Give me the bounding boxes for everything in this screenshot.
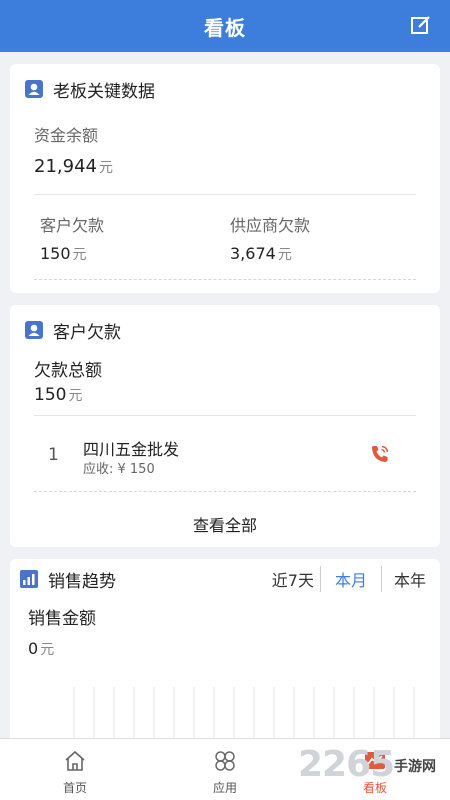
watermark: 2265 手游网 [298, 744, 450, 794]
customer-debt-card: 客户欠款 欠款总额 150 元 1 四川五金批发 应收: ¥ 150 查看全部 [10, 305, 440, 547]
top-bar: 看板 [0, 0, 450, 52]
customer-card-header: 客户欠款 [25, 319, 121, 343]
boss-card-title: 老板关键数据 [53, 81, 155, 102]
sales-trend-card: 销售趋势 近7天 本月 本年 销售金额 0元 [10, 559, 440, 759]
total-debt-label: 欠款总额 [34, 361, 102, 381]
receivable-amount: 应收: ¥ 150 [83, 462, 155, 477]
user-badge-icon [25, 80, 43, 98]
debt-list-item[interactable]: 1 四川五金批发 应收: ¥ 150 [10, 423, 440, 485]
balance-label: 资金余额 [34, 126, 99, 145]
tab-home[interactable]: 首页 [0, 739, 150, 800]
boss-card-header: 老板关键数据 [25, 78, 155, 102]
boss-key-data-card: 老板关键数据 资金余额 21,944 元 客户欠款 150 元 供应商欠款 3,67… [10, 64, 440, 293]
page-title: 看板 [204, 16, 246, 40]
customer-debt-label: 客户欠款 [40, 216, 105, 235]
tab-apps[interactable]: 应用 [150, 739, 300, 800]
home-icon [65, 750, 85, 771]
dashed-divider [34, 279, 416, 280]
customer-debt-value: 150 元 [40, 244, 87, 263]
divider [34, 415, 416, 416]
watermark-text: 手游网 [394, 759, 436, 775]
view-all-button[interactable]: 查看全部 [10, 512, 440, 536]
divider [34, 194, 416, 195]
bar-chart-icon [20, 570, 38, 588]
sales-amount-value: 0元 [28, 639, 55, 658]
supplier-debt-value: 3,674 元 [230, 244, 292, 263]
tab-home-label: 首页 [62, 781, 87, 795]
user-badge-icon [25, 321, 43, 339]
apps-icon [215, 751, 235, 771]
sales-card-header: 销售趋势 [20, 568, 116, 592]
dashed-divider [34, 491, 416, 492]
balance-value: 21,944 元 [34, 156, 113, 177]
tab-last-7-days[interactable]: 近7天 [266, 567, 320, 591]
tab-this-year[interactable]: 本年 [382, 567, 426, 591]
supplier-debt-label: 供应商欠款 [230, 216, 311, 235]
tab-apps-label: 应用 [212, 781, 237, 795]
item-index: 1 [48, 445, 59, 465]
period-tabs: 近7天 本月 本年 [266, 565, 426, 593]
tab-this-month[interactable]: 本月 [321, 567, 381, 591]
sales-card-title: 销售趋势 [48, 571, 116, 592]
watermark-number: 2265 [298, 744, 395, 785]
customer-name: 四川五金批发 [83, 440, 180, 459]
customer-card-title: 客户欠款 [53, 322, 121, 343]
total-debt-value: 150 元 [34, 385, 83, 405]
sales-amount-label: 销售金额 [28, 609, 96, 629]
edit-icon[interactable] [410, 14, 432, 36]
phone-icon[interactable] [370, 444, 390, 464]
